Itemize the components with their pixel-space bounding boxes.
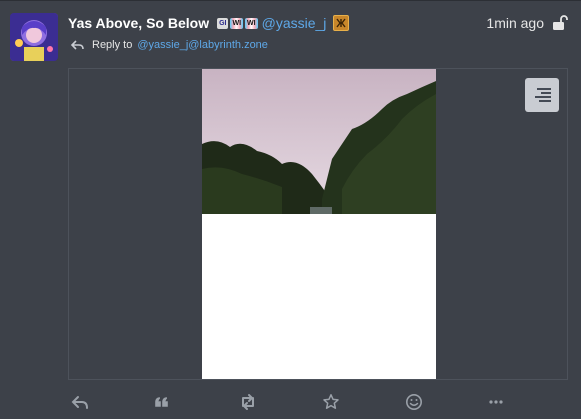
display-name[interactable]: Yas Above, So Below (68, 15, 209, 31)
status-post: Yas Above, So Below GI WI WI @yassie_j 1… (0, 0, 581, 419)
post-action-bar (0, 384, 581, 419)
retweet-icon (242, 394, 254, 410)
custom-emoji: GI (217, 17, 229, 29)
timestamp-link[interactable]: 1min ago (486, 15, 544, 31)
ellipsis-icon (489, 400, 503, 404)
media-menu-button[interactable] (525, 78, 559, 112)
unlocked-lock-icon (551, 14, 569, 32)
smile-icon (406, 394, 422, 410)
avatar[interactable] (10, 13, 58, 61)
star-icon (323, 394, 339, 409)
avatar-image (10, 13, 58, 61)
boost-button[interactable] (238, 392, 258, 412)
media-attachment (68, 68, 568, 380)
reply-icon (71, 396, 88, 409)
align-right-icon (535, 88, 551, 102)
reply-prefix: Reply to (92, 39, 133, 51)
reply-arrow-icon (70, 40, 84, 50)
attachment-image[interactable] (202, 69, 436, 379)
reply-target-link[interactable]: @yassie_j@labyrinth.zone (137, 39, 268, 51)
post-header: Yas Above, So Below GI WI WI @yassie_j (68, 13, 350, 33)
custom-emoji-group: GI WI WI (217, 17, 258, 29)
more-button[interactable] (486, 392, 506, 412)
quote-button[interactable] (152, 392, 172, 412)
react-button[interactable] (404, 392, 424, 412)
reply-button[interactable] (70, 392, 90, 412)
account-handle[interactable]: @yassie_j (262, 15, 327, 31)
custom-emoji: WI (245, 17, 258, 29)
custom-emoji: WI (230, 17, 244, 29)
quote-icon (155, 397, 168, 407)
reply-indicator: Reply to @yassie_j@labyrinth.zone (70, 38, 268, 52)
favorite-button[interactable] (321, 392, 341, 412)
attachment-photo (202, 69, 436, 214)
bot-badge-icon (333, 15, 350, 31)
